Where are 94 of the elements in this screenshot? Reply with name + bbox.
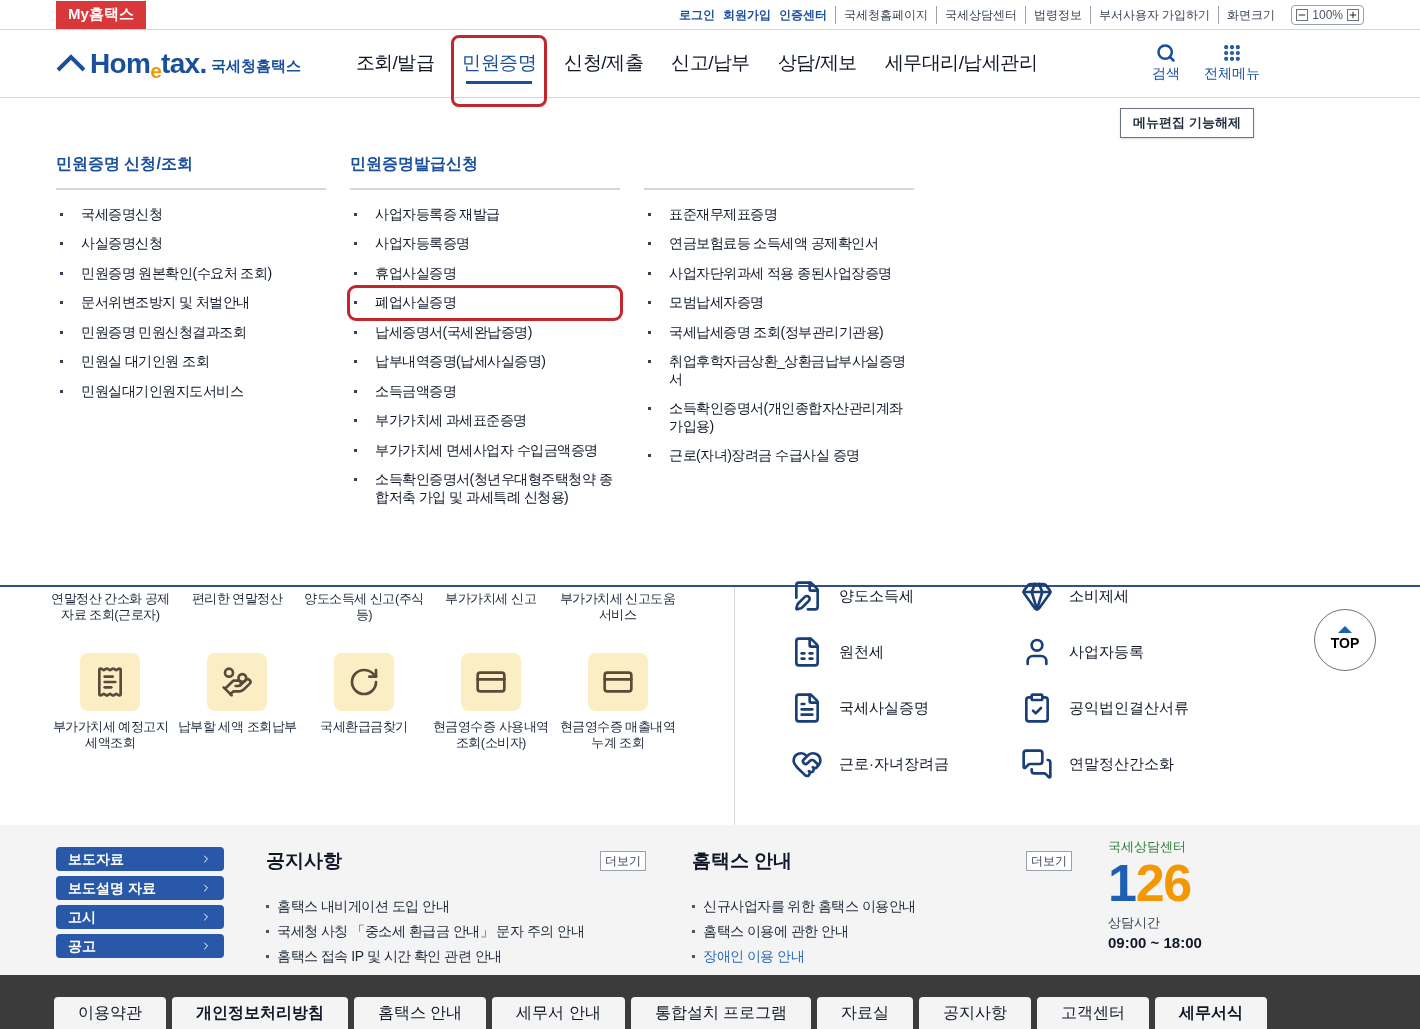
board-title: 홈택스 안내 <box>692 849 793 873</box>
menu-link[interactable]: 민원증명 민원신청결과조회 <box>56 317 326 347</box>
footer-tab[interactable]: 이용약관 <box>54 997 166 1029</box>
site-link[interactable]: 법령정보 <box>1024 5 1082 24</box>
site-link[interactable]: 부서사용자 가입하기 <box>1089 5 1211 24</box>
service-label[interactable]: 부가가치세 신고도움 서비스 <box>557 587 678 653</box>
menu-link[interactable]: 문서위변조방지 및 처벌안내 <box>56 288 326 318</box>
account-link[interactable]: 회원가입 <box>722 5 771 24</box>
menu-edit-button[interactable]: 메뉴편집 기능해제 <box>1120 108 1254 138</box>
menu-link[interactable]: 부가가치세 과세표준증명 <box>350 406 620 436</box>
service-label[interactable]: 납부할 세액 조회납부 <box>177 719 297 736</box>
tax-service-link[interactable]: 사업자등록 <box>1021 635 1251 669</box>
footer-tab[interactable]: 세무서식 <box>1155 997 1268 1029</box>
search-button[interactable]: 검색 <box>1152 43 1180 84</box>
menu-link[interactable]: 소득금액증명 <box>350 376 620 406</box>
nav-tab[interactable]: 민원증명 <box>451 34 548 107</box>
footer-tab[interactable]: 자료실 <box>817 997 914 1029</box>
more-button[interactable]: 더보기 <box>1026 851 1072 872</box>
footer-tab[interactable]: 통합설치 프로그램 <box>630 997 812 1029</box>
menu-link[interactable]: 사업자등록증명 <box>350 229 620 259</box>
notice-link[interactable]: 장애인 이용 안내 <box>692 943 1072 969</box>
site-link[interactable]: 국세청홈페이지 <box>834 5 928 24</box>
tax-service-link[interactable]: 근로·자녀장려금 <box>791 747 1021 781</box>
menu-link[interactable]: 사실증명신청 <box>56 229 326 259</box>
notice-link[interactable]: 홈택스 접속 IP 및 시간 확인 관련 안내 <box>266 943 646 969</box>
account-link[interactable]: 로그인 <box>678 5 715 24</box>
column-heading: 민원증명 신청/조회 <box>56 153 193 174</box>
service-label[interactable]: 편리한 연말정산 <box>176 587 298 653</box>
footer-tab[interactable]: 세무서 안내 <box>492 997 625 1029</box>
menu-link[interactable]: 표준재무제표증명 <box>644 199 914 229</box>
site-link[interactable]: 국세상담센터 <box>935 5 1017 24</box>
zoom-value: 100% <box>1312 6 1343 24</box>
notice-category-button[interactable]: 보도자료 <box>56 847 224 871</box>
column-heading: 민원증명발급신청 <box>350 153 478 174</box>
menu-link[interactable]: 국세증명신청 <box>56 199 326 229</box>
call-center-number: 126 <box>1108 856 1192 909</box>
zoom-label: 화면크기 <box>1218 5 1276 24</box>
menu-link[interactable]: 취업후학자금상환_상환금납부사실증명서 <box>644 347 914 394</box>
menu-link[interactable]: 민원실 대기인원 조회 <box>56 347 326 377</box>
nav-tab[interactable]: 세무대리/납세관리 <box>873 34 1049 107</box>
menu-link[interactable]: 휴업사실증명 <box>350 258 620 288</box>
notice-category-button[interactable]: 보도설명 자료 <box>56 876 224 900</box>
menu-link[interactable]: 폐업사실증명 <box>350 288 620 318</box>
more-button[interactable]: 더보기 <box>600 851 646 872</box>
call-center-title: 국세상담센터 <box>1108 838 1187 856</box>
footer-tab[interactable]: 홈택스 안내 <box>354 997 487 1029</box>
notice-link[interactable]: 신규사업자를 위한 홈택스 이용안내 <box>692 893 1072 919</box>
footer-tab[interactable]: 공지사항 <box>919 997 1032 1029</box>
service-label[interactable]: 현금영수증 매출내역누계 조회 <box>557 719 678 752</box>
menu-link[interactable]: 국세납세증명 조회(정부관리기관용) <box>644 317 914 347</box>
tax-service-link[interactable]: 양도소득세 <box>791 579 1021 613</box>
menu-link[interactable]: 사업자등록증 재발급 <box>350 199 620 229</box>
menu-link[interactable]: 사업자단위과세 적용 종된사업장증명 <box>644 258 914 288</box>
notice-category-button[interactable]: 공고 <box>56 934 224 958</box>
notice-link[interactable]: 홈택스 이용에 관한 안내 <box>692 918 1072 944</box>
scroll-top-button[interactable]: TOP <box>1314 609 1376 671</box>
nav-tab[interactable]: 상담/제보 <box>766 34 868 107</box>
board-title: 공지사항 <box>266 849 342 873</box>
menu-link[interactable]: 모범납세자증명 <box>644 288 914 318</box>
my-hometax-tab[interactable]: My홈택스 <box>56 0 146 29</box>
menu-link[interactable]: 연금보험료등 소득세액 공제확인서 <box>644 229 914 259</box>
menu-link[interactable]: 소득확인증명서(청년우대형주택청약 종합저축 가입 및 과세특례 신청용) <box>350 465 620 512</box>
menu-link[interactable]: 부가가치세 면세사업자 수입금액증명 <box>350 435 620 465</box>
tax-service-link[interactable]: 국세사실증명 <box>791 691 1021 725</box>
hours-text: 09:00 ~ 18:00 <box>1108 933 1202 953</box>
hours-label: 상담시간 <box>1108 913 1161 932</box>
service-label[interactable]: 부가가치세 신고 <box>430 587 552 653</box>
nav-tab[interactable]: 조회/발급 <box>344 34 446 107</box>
logo-wordmark[interactable]: Hom$_{e}$tax. <box>90 49 207 78</box>
menu-link[interactable]: 근로(자녀)장려금 수급사실 증명 <box>644 441 914 471</box>
tax-service-link[interactable]: 연말정산간소화 <box>1021 747 1251 781</box>
menu-link[interactable]: 민원증명 원본확인(수요처 조회) <box>56 258 326 288</box>
service-label[interactable]: 부가가치세 예정고지 세액조회 <box>50 719 171 752</box>
tax-service-link[interactable]: 소비제세 <box>1021 579 1251 613</box>
menu-link[interactable]: 납부내역증명(납세사실증명) <box>350 347 620 377</box>
logo-name: 국세청홈택스 <box>210 56 301 76</box>
service-label[interactable]: 양도소득세 신고(주식등) <box>303 587 425 653</box>
service-label[interactable]: 현금영수증 사용내역조회(소비자) <box>430 719 552 752</box>
service-label[interactable]: 연말정산 간소화 공제자료 조회(근로자) <box>50 587 171 653</box>
menu-link[interactable]: 민원실대기인원지도서비스 <box>56 376 326 406</box>
footer-tab[interactable]: 개인정보처리방침 <box>172 997 348 1029</box>
service-label[interactable]: 국세환급금찾기 <box>320 719 408 736</box>
tax-service-link[interactable]: 공익법인결산서류 <box>1021 691 1251 725</box>
footer-tab[interactable]: 고객센터 <box>1037 997 1150 1029</box>
nav-tab[interactable]: 신고/납부 <box>660 34 761 107</box>
menu-link[interactable]: 납세증명서(국세완납증명) <box>350 317 620 347</box>
notice-link[interactable]: 국세청 사칭 「중소세 환급금 안내」 문자 주의 안내 <box>266 918 646 944</box>
tax-service-link[interactable]: 원천세 <box>791 635 1021 669</box>
notice-link[interactable]: 홈택스 내비게이션 도입 안내 <box>266 893 646 919</box>
account-link[interactable]: 인증센터 <box>778 5 827 24</box>
nav-tab[interactable]: 신청/제출 <box>553 34 655 107</box>
all-menu-button[interactable]: 전체메뉴 <box>1204 43 1260 84</box>
notice-category-button[interactable]: 고시 <box>56 905 224 929</box>
menu-link[interactable]: 소득확인증명서(개인종합자산관리계좌 가입용) <box>644 394 914 441</box>
